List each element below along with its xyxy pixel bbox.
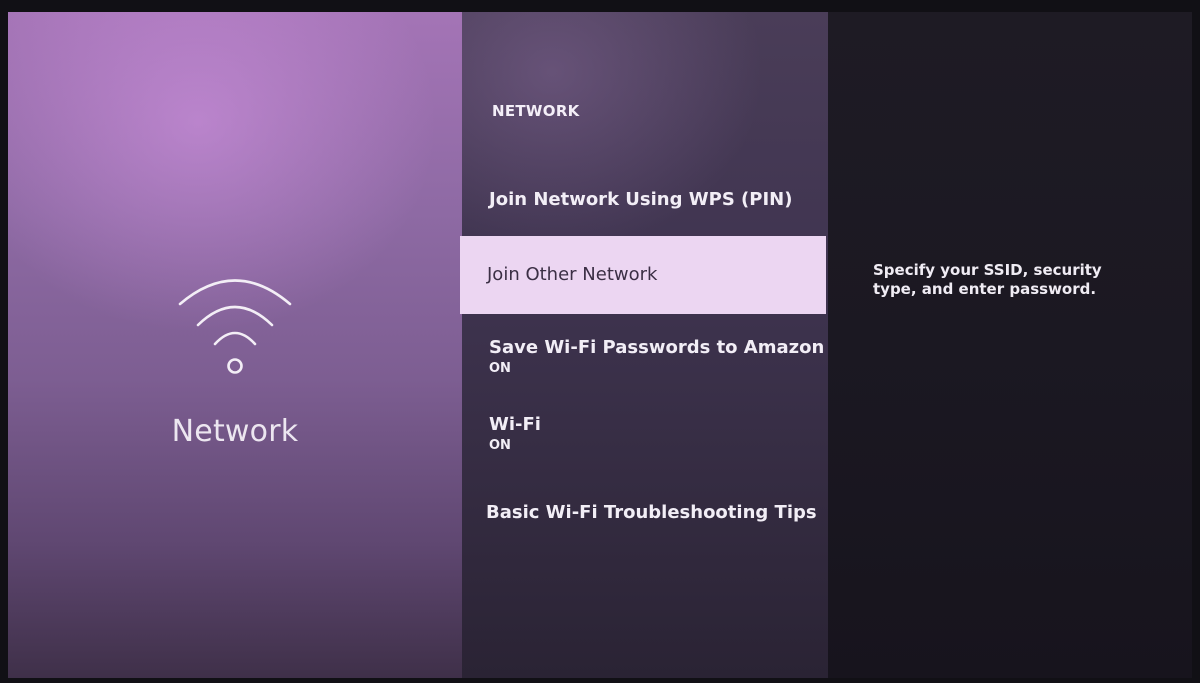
menu-item-label: Basic Wi-Fi Troubleshooting Tips: [486, 502, 817, 523]
menu-item-label: Save Wi-Fi Passwords to Amazon: [489, 337, 825, 358]
menu-item-join-other-network[interactable]: Join Other Network: [460, 236, 826, 314]
menu-item-label: Join Other Network: [487, 264, 658, 285]
menu-item-troubleshooting-tips[interactable]: Basic Wi-Fi Troubleshooting Tips: [462, 502, 828, 523]
category-panel: Network: [8, 12, 462, 678]
detail-panel: Specify your SSID, security type, and en…: [828, 12, 1192, 678]
wifi-icon: [178, 279, 292, 374]
menu-item-label: Wi-Fi: [489, 414, 541, 435]
menu-item-label: Join Network Using WPS (PIN): [489, 189, 793, 210]
menu-item-join-wps-pin[interactable]: Join Network Using WPS (PIN): [462, 189, 828, 210]
menu-item-save-wifi-passwords[interactable]: Save Wi-Fi Passwords to Amazon ON: [462, 337, 828, 376]
menu-item-status: ON: [489, 438, 511, 453]
menu-item-wifi[interactable]: Wi-Fi ON: [462, 414, 828, 453]
tv-screen: Network NETWORK Join Network Using WPS (…: [8, 12, 1192, 678]
item-description: Specify your SSID, security type, and en…: [873, 261, 1102, 298]
settings-menu-panel: NETWORK Join Network Using WPS (PIN) Joi…: [460, 12, 828, 678]
category-title: Network: [171, 414, 299, 449]
settings-menu-list: Join Network Using WPS (PIN) Join Other …: [460, 12, 828, 678]
menu-item-status: ON: [489, 361, 511, 376]
